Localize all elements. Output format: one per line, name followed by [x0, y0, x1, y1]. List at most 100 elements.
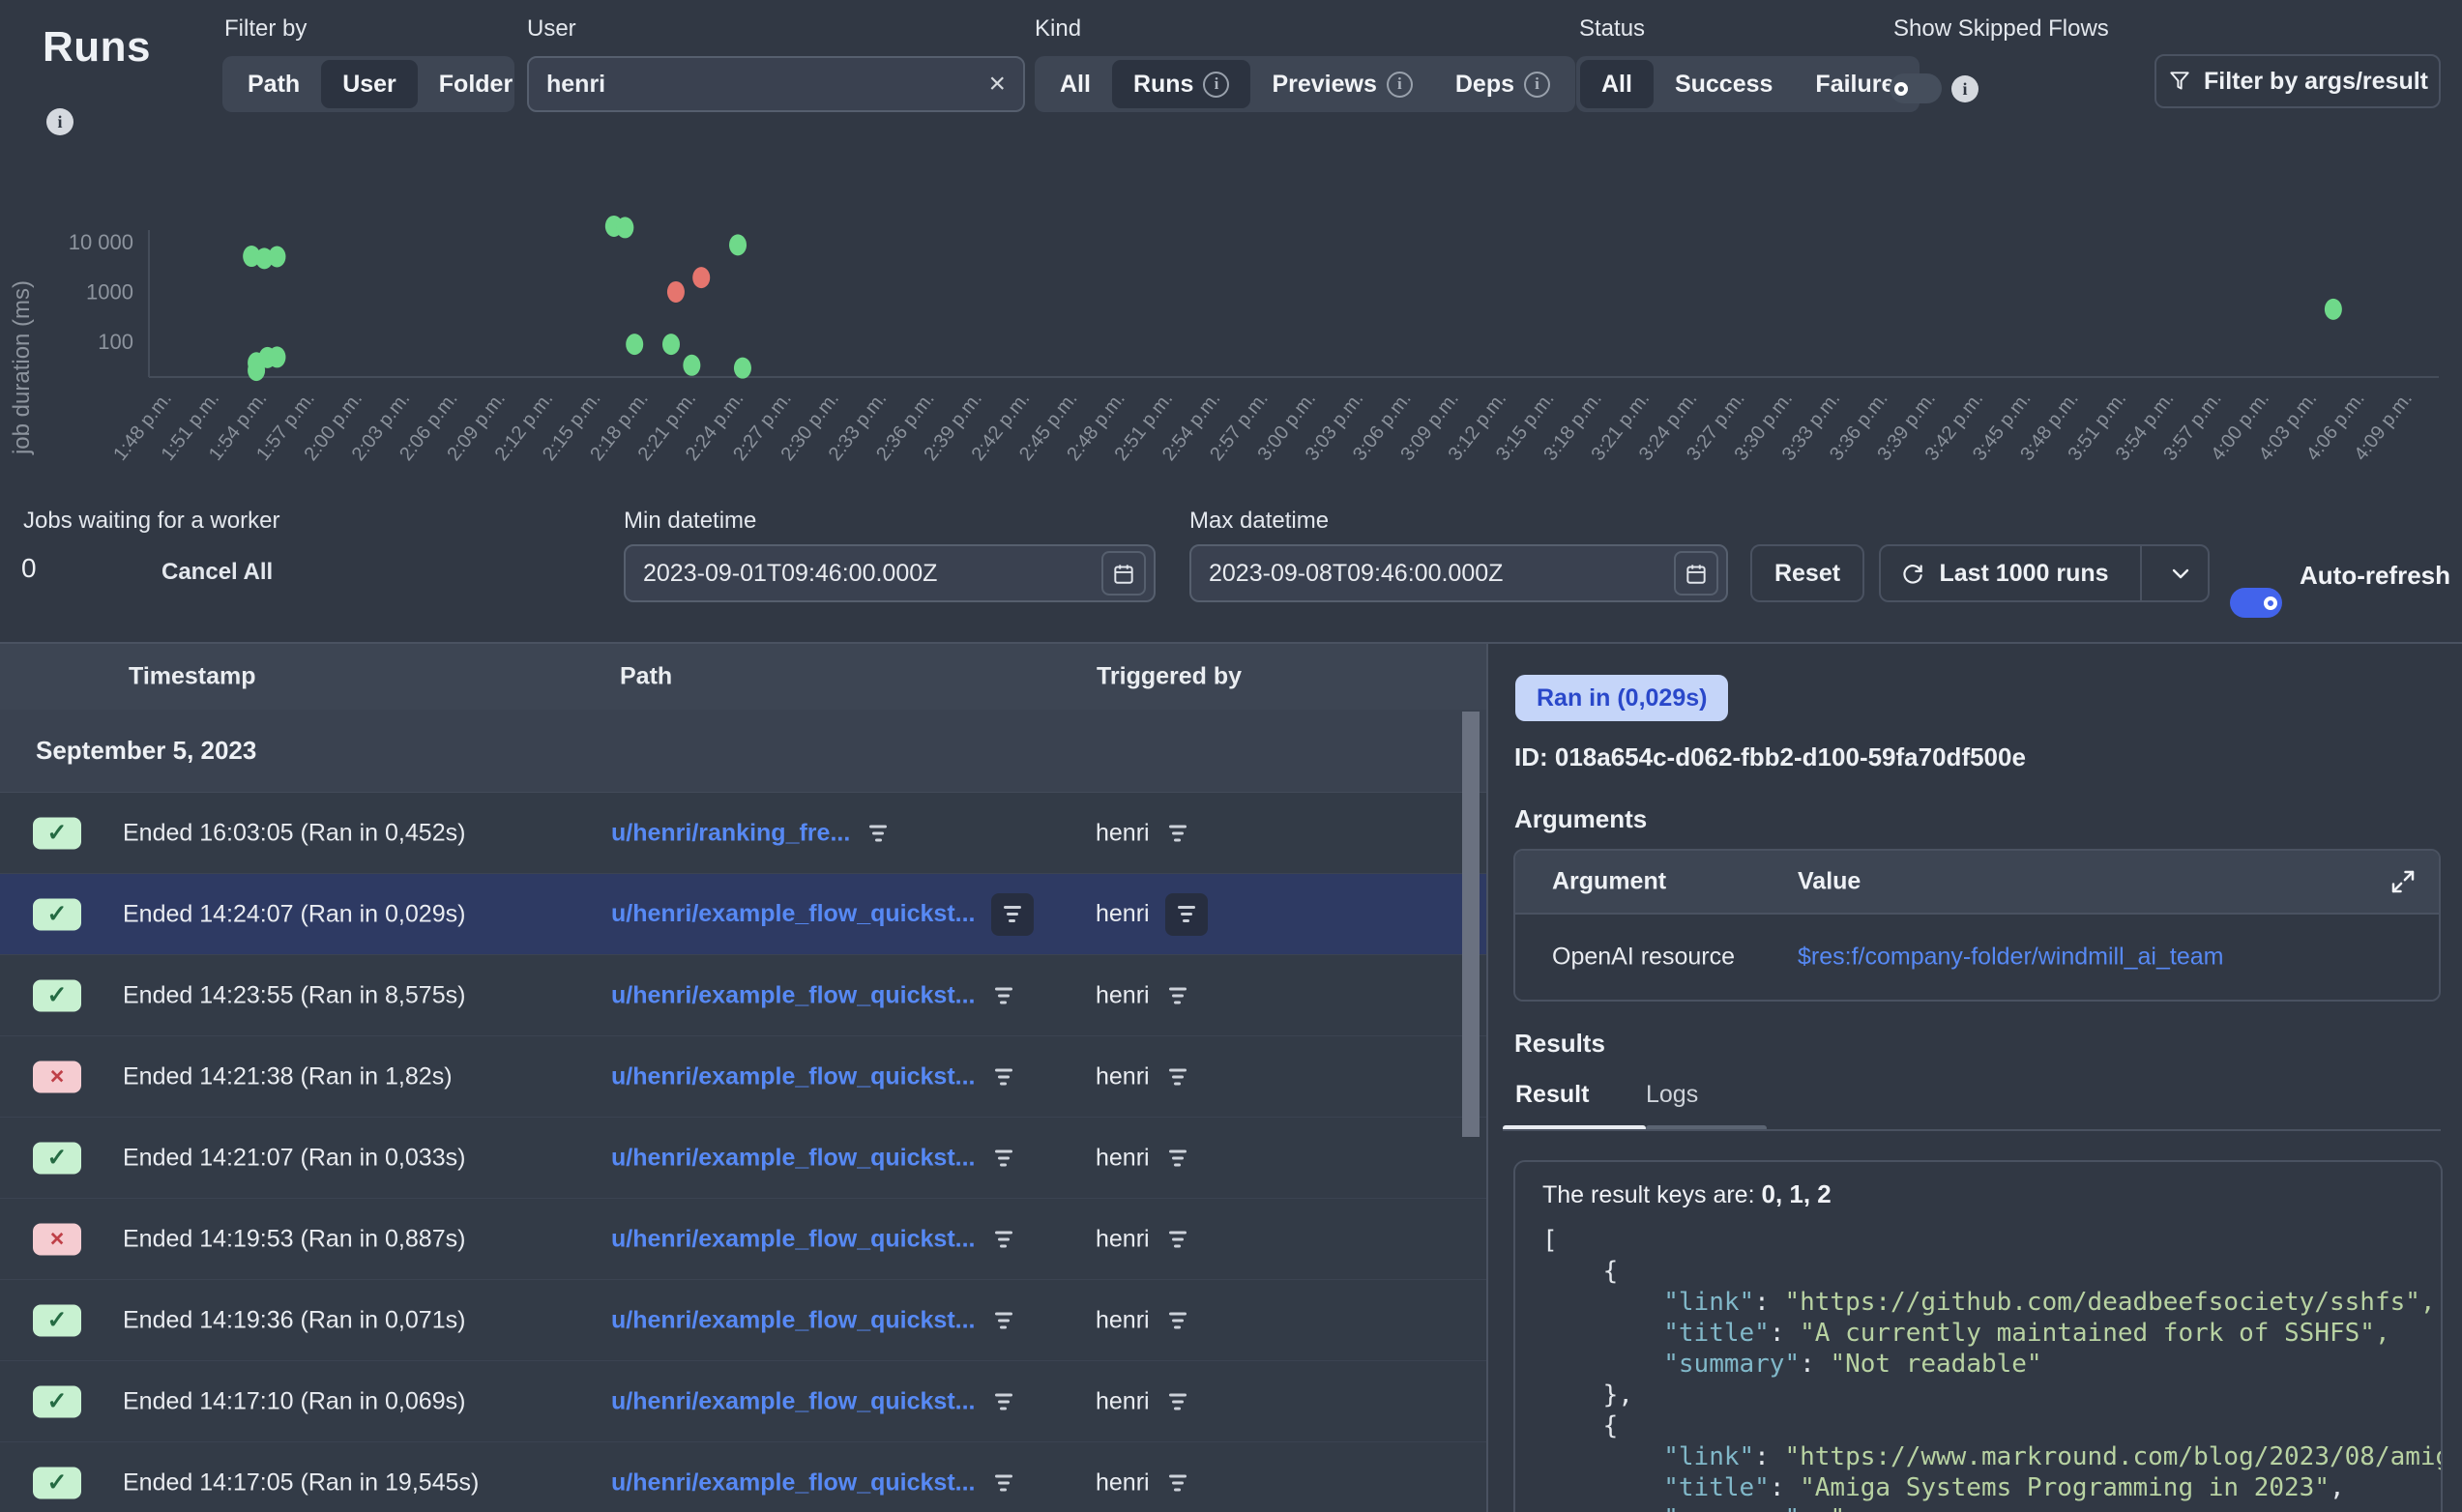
filter-by-this-icon[interactable]	[991, 1231, 1016, 1247]
info-icon[interactable]: i	[1203, 72, 1229, 98]
show-skipped-toggle[interactable]	[1890, 73, 1942, 103]
calendar-icon	[1684, 561, 1709, 586]
kind-option-runs[interactable]: Runsi	[1112, 60, 1251, 108]
filter-by-this-icon[interactable]	[1165, 1149, 1190, 1166]
run-path-cell: u/henri/ranking_fre...	[611, 819, 891, 847]
filter-by-this-icon[interactable]	[991, 1068, 1016, 1085]
min-datetime-calendar-button[interactable]	[1101, 551, 1146, 596]
run-path-cell: u/henri/example_flow_quickst...	[611, 1225, 1016, 1253]
cancel-all-button[interactable]: Cancel All	[161, 559, 273, 586]
max-datetime-label: Max datetime	[1189, 508, 1329, 535]
run-path-link[interactable]: u/henri/example_flow_quickst...	[611, 1062, 976, 1090]
filter-by-this-icon[interactable]	[991, 987, 1016, 1003]
scatter-point-success[interactable]	[734, 358, 751, 379]
show-skipped-info-icon[interactable]: i	[1951, 75, 1978, 102]
scatter-point-success[interactable]	[268, 346, 285, 367]
tab-result[interactable]: Result	[1515, 1081, 1589, 1109]
scatter-point-success[interactable]	[248, 360, 265, 381]
load-runs-label: Last 1000 runs	[1939, 560, 2108, 588]
run-path-link[interactable]: u/henri/example_flow_quickst...	[611, 1144, 976, 1172]
run-triggered-by-cell: henri	[1096, 1062, 1190, 1090]
tab-logs[interactable]: Logs	[1646, 1081, 1698, 1109]
filter-by-option-user[interactable]: User	[321, 60, 418, 108]
status-option-success[interactable]: Success	[1654, 60, 1794, 108]
run-path-link[interactable]: u/henri/example_flow_quickst...	[611, 1468, 976, 1497]
kind-segmented: AllRunsiPreviewsiDepsi	[1035, 56, 1575, 112]
success-check-icon: ✓	[33, 1467, 81, 1498]
filter-by-this-icon[interactable]	[991, 1312, 1016, 1328]
scatter-point-success[interactable]	[2325, 299, 2342, 320]
run-path-link[interactable]: u/henri/example_flow_quickst...	[611, 900, 976, 928]
kind-option-deps[interactable]: Depsi	[1434, 60, 1571, 108]
funnel-icon	[2167, 69, 2192, 94]
scatter-point-success[interactable]	[626, 334, 643, 355]
run-path-cell: u/henri/example_flow_quickst...	[611, 1062, 1016, 1090]
expand-icon[interactable]	[2389, 867, 2418, 896]
scatter-point-success[interactable]	[729, 234, 747, 255]
filter-by-this-icon[interactable]	[1000, 906, 1025, 922]
filter-by-this-icon[interactable]	[1165, 825, 1190, 841]
run-row[interactable]: ✓Ended 14:21:07 (Ran in 0,033s)u/henri/e…	[0, 1118, 1486, 1199]
triggered-by-user: henri	[1096, 1387, 1150, 1415]
run-path-link[interactable]: u/henri/example_flow_quickst...	[611, 981, 976, 1009]
filter-by-this-icon[interactable]	[1165, 1393, 1190, 1410]
info-icon[interactable]: i	[1387, 72, 1413, 98]
filter-by-this-icon[interactable]	[991, 1393, 1016, 1410]
run-row[interactable]: ✓Ended 14:17:05 (Ran in 19,545s)u/henri/…	[0, 1442, 1486, 1512]
scatter-point-success[interactable]	[683, 355, 700, 376]
run-timestamp: Ended 16:03:05 (Ran in 0,452s)	[123, 819, 465, 847]
max-datetime-input[interactable]: 2023-09-08T09:46:00.000Z	[1189, 544, 1728, 602]
filter-icon-chip[interactable]	[991, 893, 1034, 936]
filter-args-button[interactable]: Filter by args/result	[2154, 54, 2441, 108]
table-scrollbar-thumb[interactable]	[1462, 712, 1480, 1137]
y-tick-label: 1000	[86, 280, 133, 305]
run-path-link[interactable]: u/henri/ranking_fre...	[611, 819, 850, 847]
filter-by-this-icon[interactable]	[1174, 906, 1199, 922]
auto-refresh-toggle[interactable]	[2230, 588, 2282, 618]
run-path-link[interactable]: u/henri/example_flow_quickst...	[611, 1225, 976, 1253]
run-row-selected[interactable]: ✓Ended 14:24:07 (Ran in 0,029s)u/henri/e…	[0, 874, 1486, 955]
kind-option-previews[interactable]: Previewsi	[1250, 60, 1433, 108]
load-runs-menu-button[interactable]	[2154, 562, 2208, 585]
load-runs-split-button[interactable]: Last 1000 runs	[1879, 544, 2210, 602]
reset-button[interactable]: Reset	[1750, 544, 1864, 602]
filter-by-this-icon[interactable]	[1165, 1231, 1190, 1247]
min-datetime-input[interactable]: 2023-09-01T09:46:00.000Z	[624, 544, 1156, 602]
status-option-all[interactable]: All	[1580, 60, 1654, 108]
run-path-link[interactable]: u/henri/example_flow_quickst...	[611, 1387, 976, 1415]
filter-by-this-icon[interactable]	[1165, 987, 1190, 1003]
filter-by-this-icon[interactable]	[991, 1474, 1016, 1491]
scatter-point-failure[interactable]	[692, 267, 710, 288]
run-row[interactable]: ✓Ended 16:03:05 (Ran in 0,452s)u/henri/r…	[0, 793, 1486, 874]
triggered-by-user: henri	[1096, 1306, 1150, 1334]
filter-icon-chip[interactable]	[1165, 893, 1208, 936]
info-icon[interactable]: i	[1524, 72, 1550, 98]
status-option-all-label: All	[1601, 71, 1632, 99]
run-path-link[interactable]: u/henri/example_flow_quickst...	[611, 1306, 976, 1334]
run-timestamp: Ended 14:21:38 (Ran in 1,82s)	[123, 1062, 453, 1090]
clear-user-filter-icon[interactable]: ×	[988, 70, 1006, 99]
max-datetime-value: 2023-09-08T09:46:00.000Z	[1209, 560, 1503, 588]
filter-by-this-icon[interactable]	[1165, 1474, 1190, 1491]
argument-value-link[interactable]: $res:f/company-folder/windmill_ai_team	[1798, 944, 2223, 972]
run-row[interactable]: ×Ended 14:21:38 (Ran in 1,82s)u/henri/ex…	[0, 1036, 1486, 1118]
scatter-point-failure[interactable]	[667, 281, 685, 303]
run-row[interactable]: ×Ended 14:19:53 (Ran in 0,887s)u/henri/e…	[0, 1199, 1486, 1280]
scatter-point-success[interactable]	[616, 217, 633, 238]
kind-option-all[interactable]: All	[1039, 60, 1112, 108]
filter-by-option-folder[interactable]: Folder	[418, 60, 534, 108]
filter-by-this-icon[interactable]	[991, 1149, 1016, 1166]
arguments-table-header: Argument Value	[1515, 851, 2439, 913]
scatter-point-success[interactable]	[662, 334, 680, 355]
run-row[interactable]: ✓Ended 14:17:10 (Ran in 0,069s)u/henri/e…	[0, 1361, 1486, 1442]
filter-by-this-icon[interactable]	[865, 825, 891, 841]
filter-by-this-icon[interactable]	[1165, 1068, 1190, 1085]
scatter-point-success[interactable]	[268, 247, 285, 268]
status-segmented: AllSuccessFailure	[1576, 56, 1920, 112]
run-row[interactable]: ✓Ended 14:23:55 (Ran in 8,575s)u/henri/e…	[0, 955, 1486, 1036]
filter-by-this-icon[interactable]	[1165, 1312, 1190, 1328]
filter-by-option-path[interactable]: Path	[226, 60, 321, 108]
user-filter-input[interactable]: henri ×	[527, 56, 1025, 112]
run-row[interactable]: ✓Ended 14:19:36 (Ran in 0,071s)u/henri/e…	[0, 1280, 1486, 1361]
max-datetime-calendar-button[interactable]	[1674, 551, 1718, 596]
